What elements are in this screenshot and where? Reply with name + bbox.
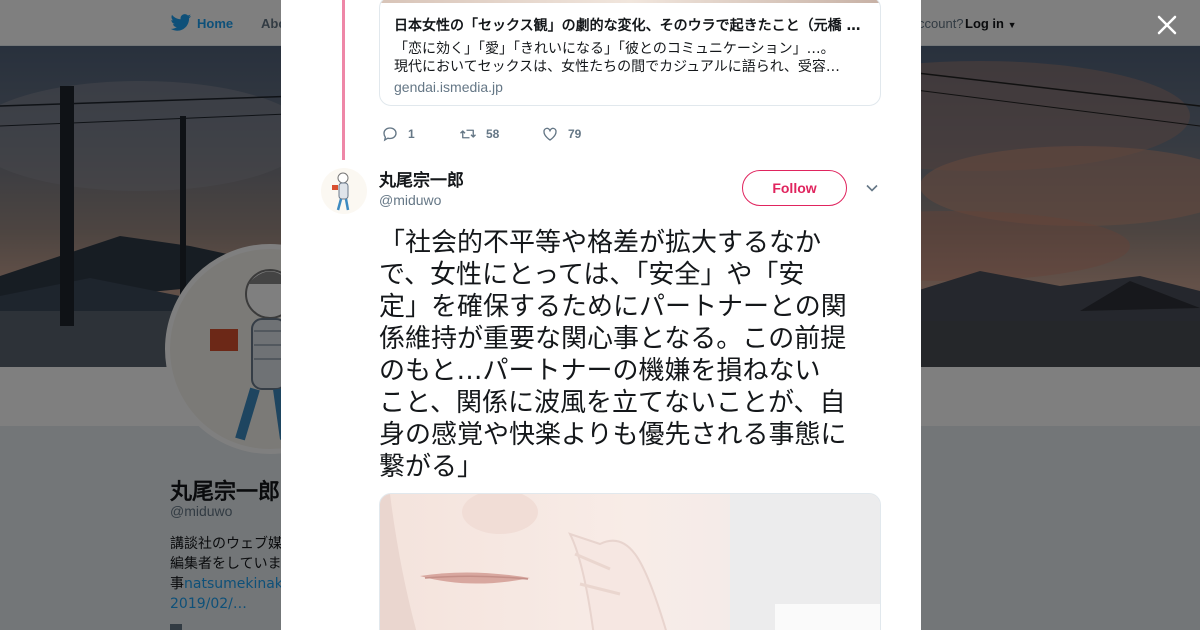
- card-description-line: 現代においてセックスは、女性たちの間でカジュアルに語られ、受容…: [394, 59, 840, 75]
- card-image: [380, 0, 880, 3]
- reply-count: 1: [408, 127, 415, 141]
- tweet-text-line: で、女性にとっては、「安全」や「安: [379, 260, 805, 290]
- close-icon[interactable]: [1152, 10, 1182, 40]
- conversation-thread-line: [342, 0, 345, 160]
- card-description-line: 「恋に効く」「愛」「きれいになる」「彼とのコミュニケーション」…。: [394, 41, 835, 57]
- tweet-text-line: こと、関係に波風を立てないことが、自: [379, 388, 846, 418]
- face-photo-image: [380, 494, 880, 630]
- reply-icon: [383, 127, 397, 142]
- author-name[interactable]: 丸尾宗一郎: [379, 166, 464, 191]
- tweet-text: 「社会的不平等や格差が拡大するなか で、女性にとっては、「安全」や「安 定」を確…: [379, 227, 884, 483]
- retweet-button[interactable]: 58: [459, 124, 499, 144]
- author-handle[interactable]: @miduwo: [379, 192, 441, 208]
- tweet-text-line: 定」を確保するためにパートナーとの関: [379, 292, 847, 322]
- card-title: 日本女性の「セックス観」の劇的な変化、そのウラで起きたこと（元橋 …: [394, 18, 861, 34]
- author-avatar[interactable]: [321, 168, 367, 214]
- tweet-text-line: のもと…パートナーの機嫌を損ねない: [379, 356, 821, 386]
- heart-icon: [543, 127, 557, 141]
- tweet-text-line: 身の感覚や快楽よりも優先される事態に: [379, 420, 847, 450]
- tweet-text-line: 繋がる」: [379, 452, 484, 482]
- follow-button[interactable]: Follow: [742, 170, 847, 206]
- retweet-icon: [460, 129, 476, 139]
- tweet-photo[interactable]: [379, 493, 881, 630]
- chevron-down-icon[interactable]: [865, 181, 879, 195]
- tweet-text-line: 係維持が重要な関心事となる。この前提: [379, 324, 847, 354]
- like-button[interactable]: 79: [541, 124, 581, 144]
- tweet-text-line: 「社会的不平等や格差が拡大するなか: [379, 228, 822, 258]
- card-domain: gendai.ismedia.jp: [394, 79, 503, 95]
- illustrated-person-icon: [332, 172, 350, 211]
- tweet-permalink-modal: 日本女性の「セックス観」の劇的な変化、そのウラで起きたこと（元橋 … 「恋に効く…: [281, 0, 921, 630]
- reply-button[interactable]: 1: [381, 124, 415, 144]
- retweet-count: 58: [486, 127, 500, 141]
- like-count: 79: [568, 127, 582, 141]
- link-preview-card[interactable]: 日本女性の「セックス観」の劇的な変化、そのウラで起きたこと（元橋 … 「恋に効く…: [379, 0, 881, 106]
